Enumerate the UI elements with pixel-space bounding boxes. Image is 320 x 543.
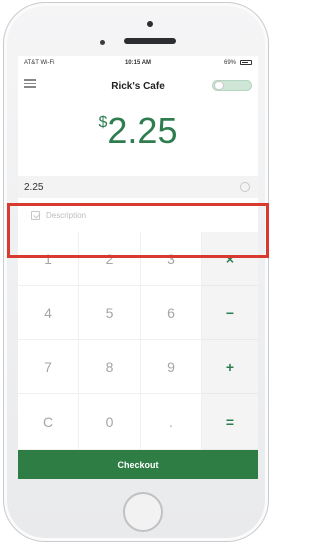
app-screen: AT&T Wi-Fi 10:15 AM 69% Rick's Cafe $2.2… [18, 56, 258, 479]
keypad: 1 2 3 4 5 6 7 8 9 C 0 . × − + = [18, 232, 258, 450]
status-bar: AT&T Wi-Fi 10:15 AM 69% [18, 56, 258, 70]
front-camera-icon [147, 21, 153, 27]
mode-toggle[interactable] [212, 80, 252, 91]
key-9[interactable]: 9 [141, 340, 202, 394]
amount-value: 2.25 [107, 110, 178, 151]
home-button[interactable] [123, 492, 163, 532]
key-7[interactable]: 7 [18, 340, 79, 394]
clear-entry-icon[interactable] [240, 182, 250, 192]
amount-display: $2.25 [18, 110, 258, 160]
key-5[interactable]: 5 [79, 286, 141, 340]
highlight-annotation [7, 203, 269, 258]
checkout-button[interactable]: Checkout [18, 450, 258, 479]
nav-bar: Rick's Cafe [18, 70, 258, 94]
toggle-knob [214, 81, 224, 90]
key-decimal[interactable]: . [141, 394, 202, 450]
key-4[interactable]: 4 [18, 286, 79, 340]
entry-value: 2.25 [24, 182, 44, 193]
battery-icon [240, 60, 252, 65]
currency-symbol: $ [98, 114, 108, 131]
entry-row: 2.25 [18, 176, 258, 198]
status-time: 10:15 AM [124, 60, 152, 66]
battery-percent: 69% [223, 60, 236, 66]
key-clear[interactable]: C [18, 394, 79, 450]
sensor-icon [100, 40, 105, 45]
add-key[interactable]: + [202, 340, 258, 394]
key-8[interactable]: 8 [79, 340, 141, 394]
key-0[interactable]: 0 [79, 394, 141, 450]
subtract-key[interactable]: − [202, 286, 258, 340]
equals-key[interactable]: = [202, 394, 258, 450]
key-6[interactable]: 6 [141, 286, 202, 340]
earpiece-speaker [124, 38, 176, 44]
